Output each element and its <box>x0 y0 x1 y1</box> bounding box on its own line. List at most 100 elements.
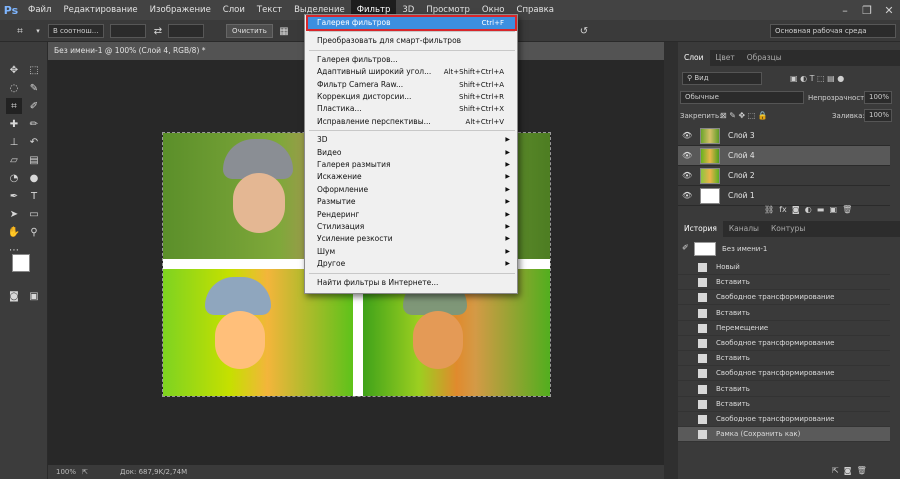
straighten-icon[interactable]: ▦ <box>276 23 292 39</box>
crop-tool-preset-icon[interactable]: ⌗ <box>12 23 28 39</box>
foreground-color-swatch[interactable] <box>12 254 30 272</box>
document-tab[interactable]: Без имени-1 @ 100% (Слой 4, RGB/8) * <box>48 42 208 60</box>
brush-tool-icon[interactable]: ✏ <box>26 116 42 132</box>
dodge-tool-icon[interactable]: ● <box>26 170 42 186</box>
history-step-icon <box>698 293 707 303</box>
gradient-tool-icon[interactable]: ▤ <box>26 152 42 168</box>
healing-brush-tool-icon[interactable]: ✚ <box>6 116 22 132</box>
filter-menu-item[interactable]: Другое ▶ <box>306 258 516 270</box>
history-footer-icons[interactable]: ⇱ ◙ 🗑 <box>832 466 867 475</box>
clone-stamp-tool-icon[interactable]: ⊥ <box>6 134 22 150</box>
filter-menu-item[interactable]: 3D ▶ <box>306 134 516 146</box>
layer-row[interactable]: 👁 Слой 2 <box>678 166 890 186</box>
filter-menu-item[interactable]: Пластика... Shift+Ctrl+X <box>306 103 516 115</box>
filter-menu-item[interactable]: Коррекция дисторсии... Shift+Ctrl+R <box>306 91 516 103</box>
filter-menu-item[interactable]: Усиление резкости ▶ <box>306 233 516 245</box>
layer-filter-icons[interactable]: ▣ ◐ T ⬚ ▤ ● <box>790 74 844 83</box>
filter-menu-item[interactable]: Размытие ▶ <box>306 196 516 208</box>
type-tool-icon[interactable]: T <box>26 188 42 204</box>
filter-menu-item[interactable]: Видео ▶ <box>306 147 516 159</box>
history-step[interactable]: Вставить <box>678 351 890 367</box>
menu-file[interactable]: Файл <box>22 0 57 20</box>
move-tool-icon[interactable]: ✥ <box>6 62 22 78</box>
tab-channels[interactable]: Каналы <box>723 221 765 237</box>
clear-button[interactable]: Очистить <box>226 24 273 38</box>
eye-icon[interactable]: 👁 <box>682 171 692 181</box>
zoom-tool-icon[interactable]: ⚲ <box>26 224 42 240</box>
history-snapshot[interactable]: ✐ Без имени-1 <box>678 240 890 258</box>
layer-row[interactable]: 👁 Слой 1 <box>678 186 890 206</box>
eye-icon[interactable]: 👁 <box>682 151 692 161</box>
tab-color[interactable]: Цвет <box>710 50 741 66</box>
layers-panel-footer-icons[interactable]: ⛓ fx ◙ ◐ ▬ ▣ 🗑 <box>764 205 852 214</box>
history-step[interactable]: Новый <box>678 260 890 275</box>
filter-menu-item[interactable]: Галерея размытия ▶ <box>306 159 516 171</box>
width-field[interactable] <box>110 24 146 38</box>
history-step-icon <box>698 354 707 364</box>
history-brush-tool-icon[interactable]: ↶ <box>26 134 42 150</box>
menu-image[interactable]: Изображение <box>144 0 217 20</box>
layer-kind-filter[interactable]: ⚲ Вид <box>682 72 762 85</box>
chevron-down-icon[interactable]: ▾ <box>30 23 46 39</box>
filter-menu-item[interactable]: Преобразовать для смарт-фильтров <box>306 35 516 47</box>
history-step[interactable]: Рамка (Сохранить как) <box>678 427 890 443</box>
fill-field[interactable]: 100% <box>864 109 892 122</box>
filter-menu-item[interactable]: Шум ▶ <box>306 246 516 258</box>
pen-tool-icon[interactable]: ✒ <box>6 188 22 204</box>
filter-menu-item[interactable]: Стилизация ▶ <box>306 221 516 233</box>
filter-menu-item[interactable]: Исправление перспективы... Alt+Ctrl+V <box>306 116 516 128</box>
filter-menu-item[interactable]: Искажение ▶ <box>306 171 516 183</box>
status-share-icon[interactable]: ⇱ <box>82 465 88 479</box>
reset-icon[interactable]: ↺ <box>576 23 592 39</box>
screen-mode-icon[interactable]: ▣ <box>26 288 42 304</box>
menu-layers[interactable]: Слои <box>217 0 251 20</box>
eyedropper-tool-icon[interactable]: ✐ <box>26 98 42 114</box>
hand-tool-icon[interactable]: ✋ <box>6 224 22 240</box>
tab-history[interactable]: История <box>678 221 723 237</box>
swap-icon[interactable]: ⇄ <box>150 23 166 39</box>
blend-mode-select[interactable]: Обычные <box>680 91 804 104</box>
history-step[interactable]: Свободное трансформирование <box>678 290 890 306</box>
path-selection-tool-icon[interactable]: ➤ <box>6 206 22 222</box>
filter-menu-item[interactable]: Адаптивный широкий угол... Alt+Shift+Ctrl… <box>306 66 516 78</box>
quick-mask-icon[interactable]: ◙ <box>6 288 22 304</box>
eye-icon[interactable]: 👁 <box>682 191 692 201</box>
shape-tool-icon[interactable]: ▭ <box>26 206 42 222</box>
layer-row[interactable]: 👁 Слой 3 <box>678 126 890 146</box>
history-step[interactable]: Вставить <box>678 306 890 321</box>
eraser-tool-icon[interactable]: ▱ <box>6 152 22 168</box>
ratio-select[interactable]: В соотнош... <box>48 24 104 38</box>
marquee-tool-icon[interactable]: ⬚ <box>26 62 42 78</box>
menu-type[interactable]: Текст <box>251 0 288 20</box>
workspace-select[interactable]: Основная рабочая среда <box>770 24 896 38</box>
filter-menu-item[interactable]: Найти фильтры в Интернете... <box>306 277 516 289</box>
maximize-icon[interactable]: ❐ <box>856 0 878 20</box>
quick-select-tool-icon[interactable]: ✎ <box>26 80 42 96</box>
tab-swatches[interactable]: Образцы <box>741 50 788 66</box>
filter-menu-item[interactable]: Оформление ▶ <box>306 184 516 196</box>
height-field[interactable] <box>168 24 204 38</box>
tab-layers[interactable]: Слои <box>678 50 710 66</box>
filter-menu-item[interactable]: Галерея фильтров... <box>306 54 516 66</box>
history-step[interactable]: Свободное трансформирование <box>678 336 890 351</box>
close-icon[interactable]: ✕ <box>878 0 900 20</box>
blur-tool-icon[interactable]: ◔ <box>6 170 22 186</box>
eye-icon[interactable]: 👁 <box>682 131 692 141</box>
layer-row[interactable]: 👁 Слой 4 <box>678 146 890 166</box>
opacity-field[interactable]: 100% <box>864 91 892 104</box>
history-step[interactable]: Свободное трансформирование <box>678 366 890 382</box>
tab-paths[interactable]: Контуры <box>765 221 811 237</box>
history-step[interactable]: Вставить <box>678 275 890 291</box>
menu-edit[interactable]: Редактирование <box>57 0 143 20</box>
crop-tool-icon[interactable]: ⌗ <box>6 98 22 114</box>
lock-icons[interactable]: ⊠ ✎ ✥ ⬚ 🔒 <box>720 111 768 120</box>
lasso-tool-icon[interactable]: ◌ <box>6 80 22 96</box>
history-step[interactable]: Перемещение <box>678 321 890 336</box>
history-step[interactable]: Свободное трансформирование <box>678 412 890 427</box>
filter-menu-item[interactable]: Фильтр Camera Raw... Shift+Ctrl+A <box>306 79 516 91</box>
minimize-icon[interactable]: – <box>834 0 856 20</box>
history-step[interactable]: Вставить <box>678 397 890 412</box>
history-step[interactable]: Вставить <box>678 382 890 397</box>
filter-menu-item[interactable]: Рендеринг ▶ <box>306 209 516 221</box>
zoom-level[interactable]: 100% <box>56 465 76 479</box>
